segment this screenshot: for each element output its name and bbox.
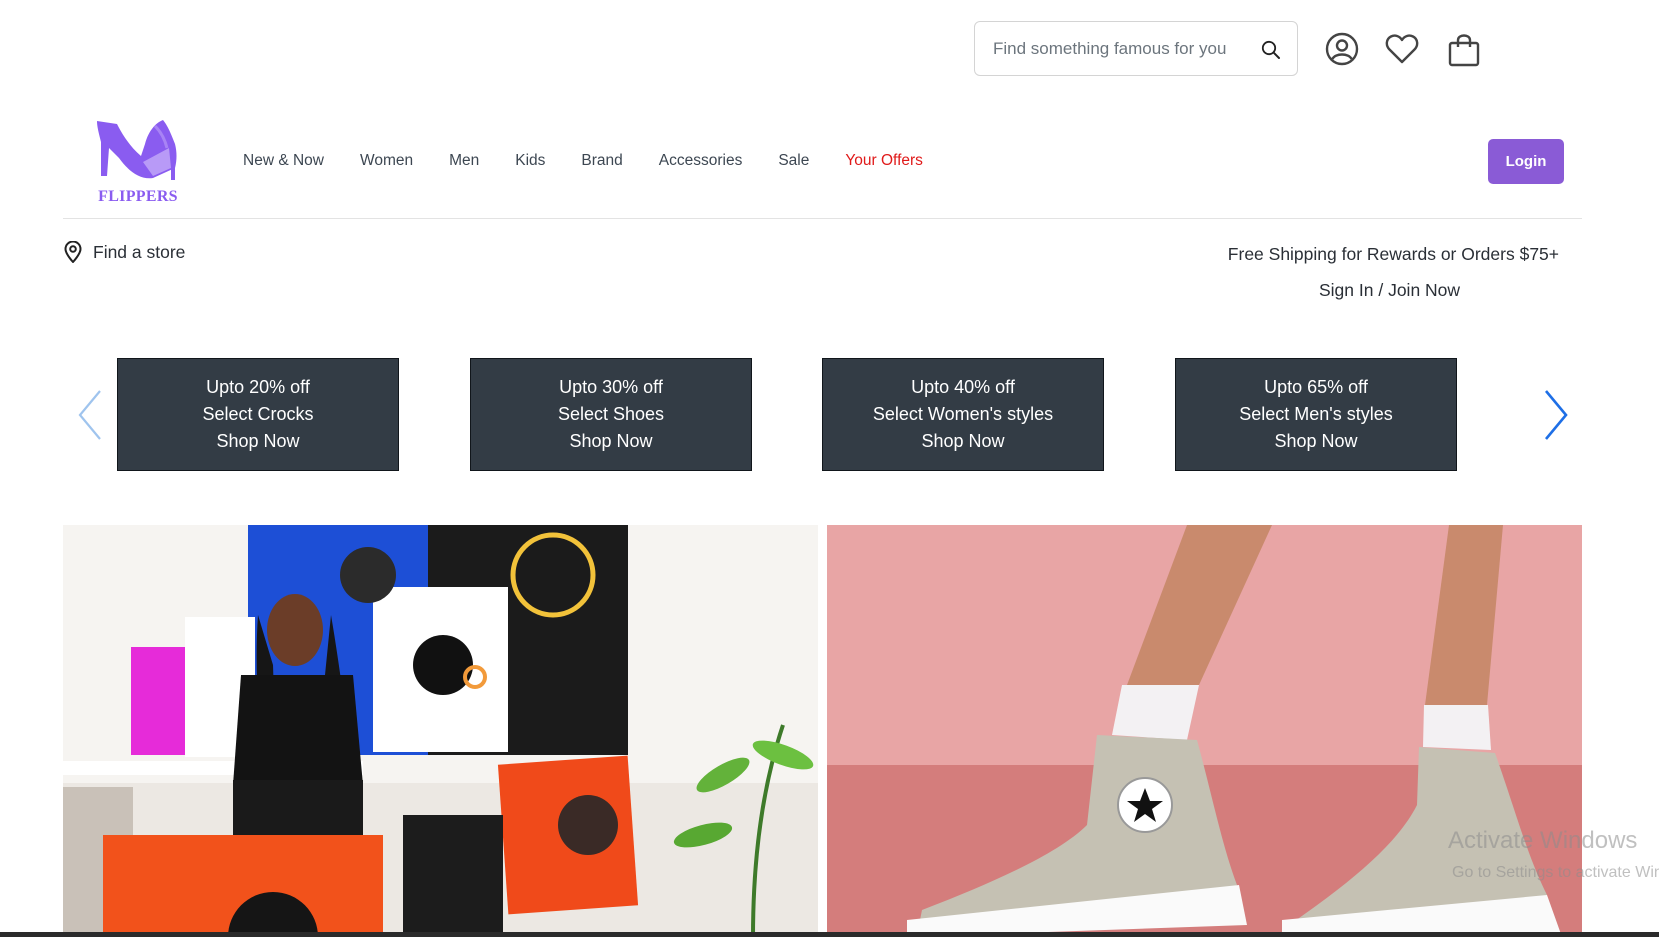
promo-discount: Upto 40% off [911,377,1015,397]
promo-cta: Shop Now [921,431,1005,451]
promo-card[interactable]: Upto 40% off Select Women's styles Shop … [822,358,1104,471]
shopping-bag-icon[interactable] [1446,31,1482,67]
hero-left-illustration [63,525,818,937]
promo-category: Select Crocks [202,404,314,424]
promo-discount: Upto 30% off [559,377,663,397]
search-icon[interactable] [1259,38,1283,62]
promo-cta: Shop Now [569,431,653,451]
header-divider [63,218,1582,219]
promo-category: Select Women's styles [872,404,1054,424]
nav-item-kids[interactable]: Kids [515,152,545,170]
find-store-label: Find a store [93,241,186,262]
nav-item-new-and-now[interactable]: New & Now [243,152,324,170]
nav-item-men[interactable]: Men [449,152,479,170]
find-store-link[interactable]: Find a store [63,241,185,263]
promo-card[interactable]: Upto 65% off Select Men's styles Shop No… [1175,358,1457,471]
promo-cta: Shop Now [216,431,300,451]
high-heel-logo-icon [97,120,177,180]
user-icon[interactable] [1324,31,1360,67]
search-box [974,21,1298,76]
promo-discount: Upto 65% off [1264,377,1368,397]
search-input[interactable] [993,36,1255,62]
heart-icon[interactable] [1384,31,1420,67]
nav-item-brand[interactable]: Brand [581,152,622,170]
location-pin-icon [64,241,82,263]
os-activation-overlay: Activate Windows [1448,827,1638,854]
chevron-left-icon[interactable] [74,388,106,442]
os-activation-overlay-subtext: Go to Settings to activate Windows. [1452,864,1659,881]
promo-card[interactable]: Upto 20% off Select Crocks Shop Now [117,358,399,471]
taskbar-edge [0,932,1659,937]
nav-item-sale[interactable]: Sale [778,152,809,170]
promo-category: Select Men's styles [1239,404,1393,424]
nav-item-women[interactable]: Women [360,152,413,170]
promo-discount: Upto 20% off [206,377,310,397]
free-shipping-text: Free Shipping for Rewards or Orders $75+ [1227,244,1559,264]
chevron-right-icon[interactable] [1540,388,1572,442]
promo-card[interactable]: Upto 30% off Select Shoes Shop Now [470,358,752,471]
nav-item-accessories[interactable]: Accessories [659,152,743,170]
main-nav: New & Now Women Men Kids Brand Accessori… [243,152,959,170]
woman-with-artwork-photo[interactable] [63,525,818,937]
promo-category: Select Shoes [557,404,665,424]
brand-logo[interactable]: FLIPPERS [91,118,185,208]
brand-name: FLIPPERS [98,188,178,205]
nav-item-your-offers[interactable]: Your Offers [845,152,923,170]
promo-cta: Shop Now [1274,431,1358,451]
sign-in-join-link[interactable]: Sign In / Join Now [1319,280,1460,301]
login-button[interactable]: Login [1488,139,1564,184]
